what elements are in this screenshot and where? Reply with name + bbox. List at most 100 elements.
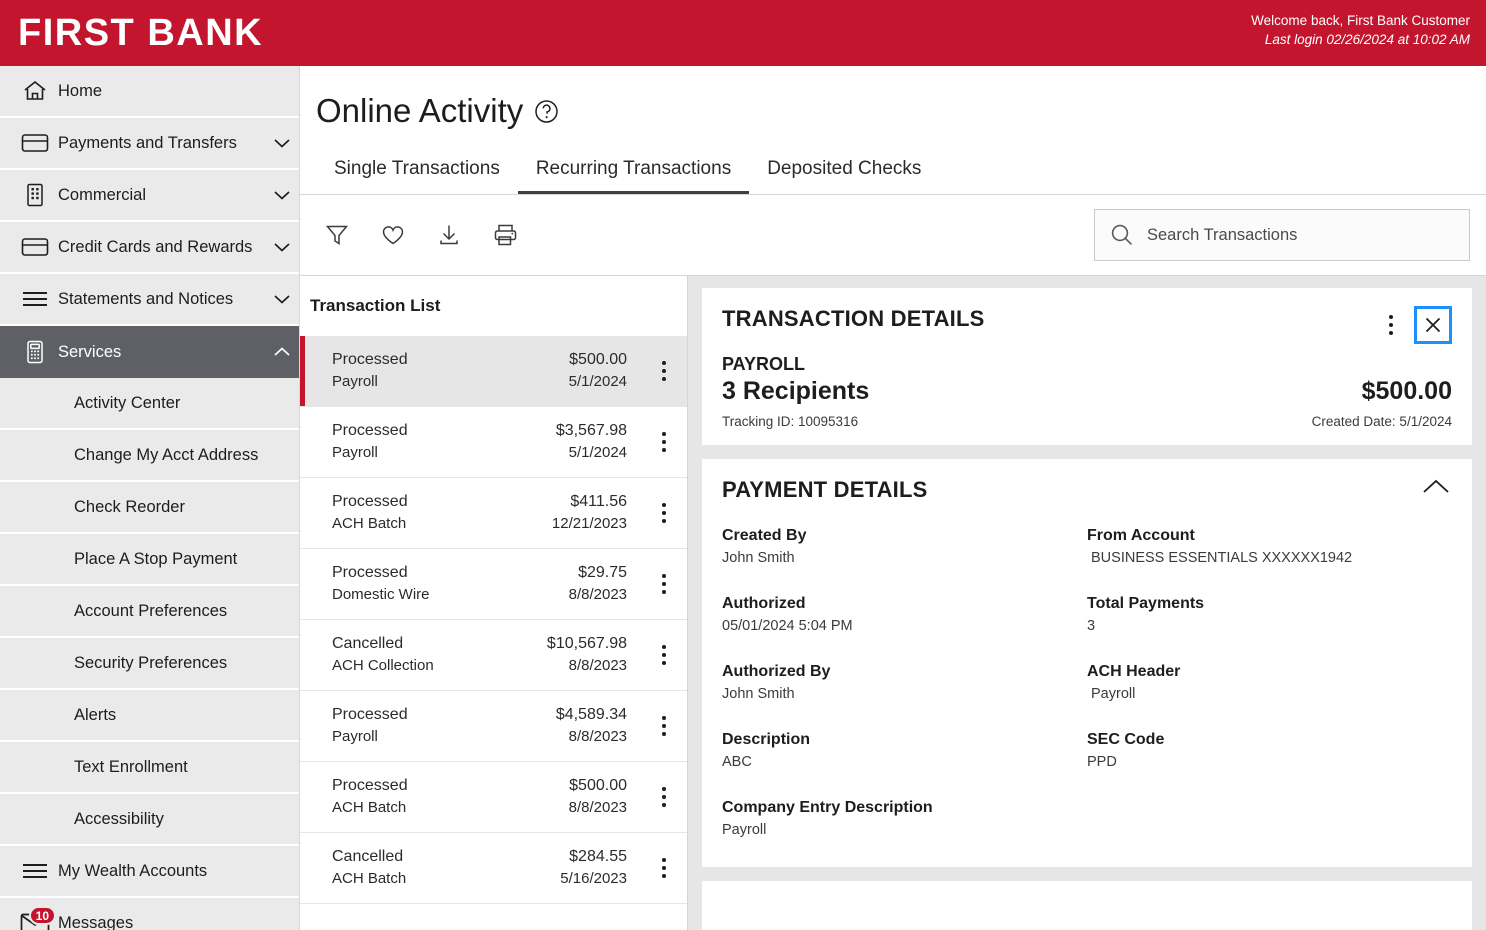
field-ach-header: ACH Header Payroll: [1087, 661, 1452, 705]
search-transactions-box[interactable]: [1094, 209, 1470, 261]
sidebar-item-change-my-acct-address[interactable]: Change My Acct Address: [0, 430, 299, 482]
field-created-by: Created By John Smith: [722, 525, 1087, 569]
sidebar-item-services[interactable]: Services: [0, 326, 299, 378]
heart-icon[interactable]: [378, 220, 408, 250]
payment-details-header: PAYMENT DETAILS: [722, 477, 1452, 503]
envelope-icon: 10: [12, 906, 58, 930]
transaction-status: Cancelled: [332, 848, 404, 865]
credit-card-icon: [12, 132, 58, 154]
tab-deposited-checks[interactable]: Deposited Checks: [749, 152, 939, 194]
transaction-amount: $500.00: [569, 777, 627, 794]
transaction-status: Processed: [332, 351, 408, 368]
transaction-details-title: TRANSACTION DETAILS: [722, 306, 985, 331]
field-value: Payroll: [722, 822, 767, 838]
table-row[interactable]: Processed ACH Batch $500.00 8/8/2023: [300, 762, 687, 833]
table-row[interactable]: Processed Payroll $3,567.98 5/1/2024: [300, 407, 687, 478]
transaction-amount-date: $4,589.34 8/8/2023: [556, 704, 651, 748]
credit-card-icon: [12, 236, 58, 258]
sidebar-item-credit-cards-and-rewards[interactable]: Credit Cards and Rewards: [0, 222, 299, 274]
payment-details-card: PAYMENT DETAILS Created By John Smith Au…: [702, 459, 1472, 867]
download-icon[interactable]: [434, 220, 464, 250]
transaction-type: ACH Batch: [332, 515, 407, 532]
sidebar-item-activity-center[interactable]: Activity Center: [0, 378, 299, 430]
transaction-status-type: Processed Payroll: [332, 420, 556, 464]
close-icon[interactable]: [1414, 306, 1452, 344]
sidebar-item-accessibility[interactable]: Accessibility: [0, 794, 299, 846]
app-root: FIRST BANK Welcome back, First Bank Cust…: [0, 0, 1486, 930]
sidebar-item-check-reorder[interactable]: Check Reorder: [0, 482, 299, 534]
sidebar-item-payments-and-transfers[interactable]: Payments and Transfers: [0, 118, 299, 170]
page-title-row: Online Activity: [316, 92, 1486, 130]
sidebar-item-alerts[interactable]: Alerts: [0, 690, 299, 742]
chevron-down-icon[interactable]: [265, 137, 299, 149]
kebab-menu-icon[interactable]: [651, 503, 677, 523]
transaction-total-amount: $500.00: [1361, 377, 1452, 405]
transaction-date: 8/8/2023: [568, 586, 627, 603]
bank-logo[interactable]: FIRST BANK: [0, 14, 263, 52]
lines-icon: [12, 861, 58, 881]
chevron-up-icon[interactable]: [1420, 477, 1452, 497]
filter-icon[interactable]: [322, 220, 352, 250]
transaction-amount: $284.55: [569, 848, 627, 865]
sidebar-item-label: Credit Cards and Rewards: [58, 237, 253, 256]
transaction-list-title: Transaction List: [310, 296, 441, 315]
field-value: 05/01/2024 5:04 PM: [722, 618, 853, 634]
transaction-date: 12/21/2023: [551, 515, 627, 532]
transaction-amount: $500.00: [569, 351, 627, 368]
field-value: Payroll: [1091, 686, 1136, 702]
transaction-date: 5/1/2024: [568, 444, 627, 461]
home-icon: [12, 78, 58, 104]
tab-recurring-transactions[interactable]: Recurring Transactions: [517, 152, 750, 194]
transaction-type: Payroll: [332, 373, 378, 390]
transaction-status: Processed: [332, 706, 408, 723]
transaction-amount: $29.75: [578, 564, 627, 581]
body-container: Home Payments and Transfers Commercial C…: [0, 66, 1486, 930]
sidebar-item-security-preferences[interactable]: Security Preferences: [0, 638, 299, 690]
kebab-menu-icon[interactable]: [651, 858, 677, 878]
messages-unread-badge: 10: [28, 906, 56, 925]
field-label: Authorized By: [722, 663, 831, 680]
field-label: Authorized: [722, 595, 806, 612]
created-date: Created Date: 5/1/2024: [1311, 414, 1452, 429]
table-row[interactable]: Processed Domestic Wire $29.75 8/8/2023: [300, 549, 687, 620]
chevron-up-icon[interactable]: [265, 346, 299, 358]
kebab-menu-icon[interactable]: [651, 716, 677, 736]
kebab-menu-icon[interactable]: [651, 574, 677, 594]
sidebar-item-label: My Wealth Accounts: [58, 861, 208, 880]
content-split: Transaction List Processed Payroll $500.…: [300, 276, 1486, 930]
sidebar-item-commercial[interactable]: Commercial: [0, 170, 299, 222]
table-row[interactable]: Cancelled ACH Batch $284.55 5/16/2023: [300, 833, 687, 904]
sidebar-item-account-preferences[interactable]: Account Preferences: [0, 586, 299, 638]
chevron-down-icon[interactable]: [265, 189, 299, 201]
chevron-down-icon[interactable]: [265, 293, 299, 305]
field-value: PPD: [1087, 754, 1117, 770]
sidebar-item-my-wealth-accounts[interactable]: My Wealth Accounts: [0, 846, 299, 898]
question-circle-icon[interactable]: [533, 98, 560, 125]
tab-single-transactions[interactable]: Single Transactions: [316, 152, 518, 194]
sidebar-item-place-a-stop-payment[interactable]: Place A Stop Payment: [0, 534, 299, 586]
kebab-menu-icon[interactable]: [1378, 315, 1404, 335]
kebab-menu-icon[interactable]: [651, 787, 677, 807]
kebab-menu-icon[interactable]: [651, 361, 677, 381]
table-row[interactable]: Processed Payroll $4,589.34 8/8/2023: [300, 691, 687, 762]
transaction-status-type: Processed Payroll: [332, 349, 569, 393]
kebab-menu-icon[interactable]: [651, 645, 677, 665]
transaction-details-header: TRANSACTION DETAILS: [722, 306, 1452, 344]
print-icon[interactable]: [490, 220, 520, 250]
sidebar-navigation: Home Payments and Transfers Commercial C…: [0, 66, 300, 930]
transaction-status: Processed: [332, 777, 408, 794]
search-input[interactable]: [1147, 225, 1455, 245]
lines-icon: [12, 289, 58, 309]
table-row[interactable]: Processed ACH Batch $411.56 12/21/2023: [300, 478, 687, 549]
transaction-amount: $411.56: [570, 493, 627, 510]
sidebar-item-messages[interactable]: 10 Messages: [0, 898, 299, 930]
table-row[interactable]: Cancelled ACH Collection $10,567.98 8/8/…: [300, 620, 687, 691]
kebab-menu-icon[interactable]: [651, 432, 677, 452]
sidebar-item-text-enrollment[interactable]: Text Enrollment: [0, 742, 299, 794]
transaction-summary-row: 3 Recipients $500.00: [722, 377, 1452, 406]
sidebar-item-home[interactable]: Home: [0, 66, 299, 118]
chevron-down-icon[interactable]: [265, 241, 299, 253]
transaction-date: 8/8/2023: [568, 657, 627, 674]
table-row[interactable]: Processed Payroll $500.00 5/1/2024: [300, 336, 687, 407]
sidebar-item-statements-and-notices[interactable]: Statements and Notices: [0, 274, 299, 326]
